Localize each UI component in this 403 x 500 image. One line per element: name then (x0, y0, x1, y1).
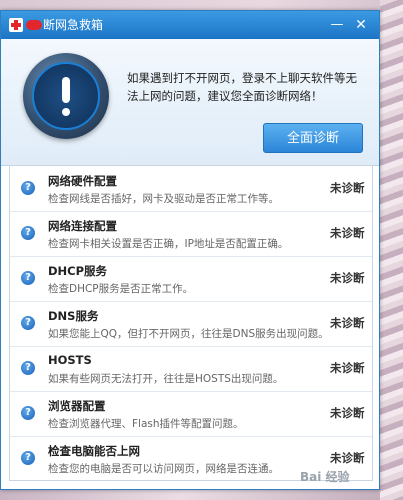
brand-mark (26, 20, 42, 30)
question-mark-icon[interactable]: ? (21, 361, 35, 375)
item-status: 未诊断 (330, 361, 365, 375)
item-status: 未诊断 (330, 406, 365, 420)
item-title: 检查电脑能否上网 (48, 444, 140, 458)
window-title: 断网急救箱 (43, 18, 104, 32)
item-status: 未诊断 (330, 451, 365, 465)
list-item[interactable]: ? 网络硬件配置 检查网线是否插好，网卡及驱动是否正常工作等。 未诊断 (10, 166, 372, 212)
title-bar[interactable]: 断网急救箱 — ✕ (1, 11, 379, 39)
list-item[interactable]: ? DHCP服务 检查DHCP服务是否正常工作。 未诊断 (10, 256, 372, 302)
item-description: 检查网线是否插好，网卡及驱动是否正常工作等。 (48, 193, 279, 205)
item-title: HOSTS (48, 353, 92, 367)
diagnosis-list: ? 网络硬件配置 检查网线是否插好，网卡及驱动是否正常工作等。 未诊断 ? 网络… (9, 165, 373, 481)
close-button[interactable]: ✕ (351, 15, 371, 35)
question-mark-icon[interactable]: ? (21, 451, 35, 465)
exclamation-bar (62, 77, 70, 103)
item-title: DNS服务 (48, 309, 99, 323)
list-item[interactable]: ? DNS服务 如果您能上QQ，但打不开网页，往往是DNS服务出现问题。 未诊断 (10, 301, 372, 347)
diagnose-all-button[interactable]: 全面诊断 (263, 123, 363, 153)
item-title: 浏览器配置 (48, 399, 106, 413)
item-description: 检查网卡相关设置是否正确，IP地址是否配置正确。 (48, 238, 289, 250)
item-description: 检查浏览器代理、Flash插件等配置问题。 (48, 418, 244, 430)
watermark: Bai 经验 (300, 470, 350, 484)
item-description: 如果您能上QQ，但打不开网页，往往是DNS服务出现问题。 (48, 328, 329, 340)
list-item[interactable]: ? 网络连接配置 检查网卡相关设置是否正确，IP地址是否配置正确。 未诊断 (10, 211, 372, 257)
item-status: 未诊断 (330, 226, 365, 240)
item-description: 如果有些网页无法打开，往往是HOSTS出现问题。 (48, 373, 284, 385)
question-mark-icon[interactable]: ? (21, 316, 35, 330)
question-mark-icon[interactable]: ? (21, 226, 35, 240)
exclamation-dot (62, 108, 70, 116)
exclamation-icon (23, 53, 109, 139)
item-title: 网络连接配置 (48, 219, 117, 233)
list-item[interactable]: ? HOSTS 如果有些网页无法打开，往往是HOSTS出现问题。 未诊断 (10, 346, 372, 392)
item-description: 检查DHCP服务是否正常工作。 (48, 283, 194, 295)
red-cross-icon (9, 18, 23, 32)
item-status: 未诊断 (330, 181, 365, 195)
item-description: 检查您的电脑是否可以访问网页，网络是否连通。 (48, 463, 279, 475)
list-item[interactable]: ? 浏览器配置 检查浏览器代理、Flash插件等配置问题。 未诊断 (10, 391, 372, 437)
intro-text: 如果遇到打不开网页，登录不上聊天软件等无法上网的问题，建议您全面诊断网络！ (127, 71, 357, 103)
question-mark-icon[interactable]: ? (21, 406, 35, 420)
item-status: 未诊断 (330, 316, 365, 330)
item-status: 未诊断 (330, 271, 365, 285)
app-window: 断网急救箱 — ✕ 如果遇到打不开网页，登录不上聊天软件等无法上网的问题，建议您… (0, 10, 380, 490)
question-mark-icon[interactable]: ? (21, 271, 35, 285)
header-panel: 如果遇到打不开网页，登录不上聊天软件等无法上网的问题，建议您全面诊断网络！ 全面… (1, 39, 379, 166)
minimize-button[interactable]: — (327, 15, 347, 35)
item-title: DHCP服务 (48, 264, 108, 278)
item-title: 网络硬件配置 (48, 174, 117, 188)
question-mark-icon[interactable]: ? (21, 181, 35, 195)
background-desktop (380, 0, 403, 500)
